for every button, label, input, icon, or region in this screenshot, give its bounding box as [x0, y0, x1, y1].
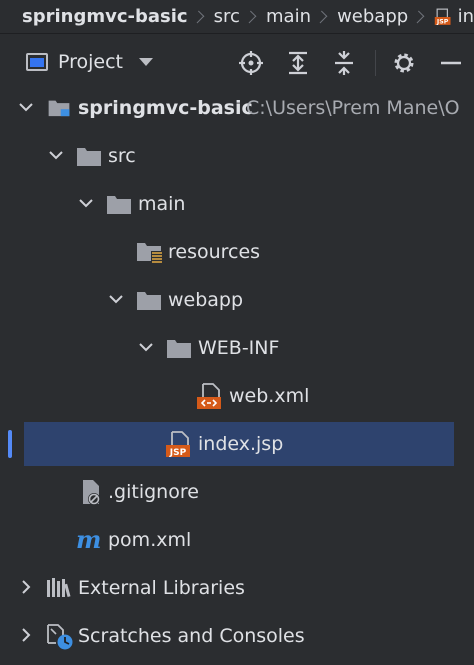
chevron-right-icon[interactable] — [17, 626, 35, 644]
project-view-title: Project — [58, 51, 124, 73]
minimize-icon[interactable] — [438, 50, 464, 76]
chevron-down-icon[interactable] — [137, 338, 155, 356]
chevron-down-icon[interactable] — [47, 146, 65, 164]
breadcrumb-separator-icon — [243, 10, 257, 23]
chevron-down-icon[interactable] — [107, 290, 125, 308]
project-tool-window: springmvc-basic src main webapp JSP in P… — [0, 0, 474, 665]
tree-item-label: WEB-INF — [198, 337, 280, 359]
project-window-icon — [26, 53, 48, 71]
tree-item-label: pom.xml — [108, 529, 192, 551]
library-icon — [47, 578, 71, 598]
tree-item-external-libraries[interactable]: External Libraries — [0, 566, 474, 610]
breadcrumb-item-project[interactable]: springmvc-basic — [22, 6, 188, 27]
breadcrumb-separator-icon — [314, 10, 328, 23]
breadcrumb-separator-icon — [191, 10, 204, 23]
breadcrumb: springmvc-basic src main webapp JSP in — [0, 0, 474, 34]
tree-item-webapp[interactable]: webapp — [0, 278, 474, 322]
expand-all-icon[interactable] — [285, 50, 311, 76]
tree-item-label: External Libraries — [78, 577, 245, 599]
tree-item-src[interactable]: src — [0, 134, 474, 178]
selection-indicator — [8, 430, 12, 458]
tree-item-label: resources — [168, 241, 261, 263]
tree-item-label: src — [108, 145, 136, 167]
folder-icon — [137, 292, 161, 310]
chevron-right-icon[interactable] — [17, 578, 35, 596]
module-folder-icon — [48, 100, 70, 117]
jsp-file-icon: JSP — [166, 431, 190, 458]
folder-icon — [77, 148, 101, 166]
tree-item-project-root[interactable]: springmvc-basic C:\Users\Prem Mane\O — [0, 86, 474, 130]
toolbar-separator — [375, 50, 376, 76]
svg-text:JSP: JSP — [436, 18, 449, 25]
collapse-all-icon[interactable] — [331, 50, 357, 76]
breadcrumb-item-index[interactable]: in — [458, 6, 474, 27]
tree-item-index-jsp[interactable]: JSP index.jsp — [0, 422, 474, 466]
tree-item-scratches[interactable]: Scratches and Consoles — [0, 614, 474, 658]
svg-text:JSP: JSP — [169, 448, 187, 458]
tree-item-gitignore[interactable]: .gitignore — [0, 470, 474, 514]
tree-item-label: webapp — [168, 289, 244, 311]
breadcrumb-separator-icon — [411, 10, 425, 23]
scratches-icon — [47, 624, 73, 650]
project-view-selector[interactable]: Project — [26, 51, 154, 73]
tree-item-label: web.xml — [229, 385, 310, 407]
tree-item-web-xml[interactable]: web.xml — [0, 374, 474, 418]
chevron-down-icon — [139, 58, 154, 66]
tree-item-main[interactable]: main — [0, 182, 474, 226]
locate-icon[interactable] — [238, 50, 264, 76]
tree-item-label: index.jsp — [198, 433, 284, 455]
jsp-file-icon: JSP — [435, 8, 451, 25]
xml-file-icon — [197, 383, 221, 409]
breadcrumb-item-main[interactable]: main — [266, 6, 311, 27]
tree-item-label: .gitignore — [108, 481, 199, 503]
folder-icon — [167, 340, 191, 358]
breadcrumb-item-webapp[interactable]: webapp — [337, 6, 408, 27]
svg-text:m: m — [76, 530, 101, 552]
tree-item-label: main — [138, 193, 186, 215]
maven-icon: m — [76, 530, 101, 552]
project-name-label: springmvc-basic — [78, 97, 253, 119]
tree-item-pom-xml[interactable]: m pom.xml — [0, 518, 474, 562]
ignore-file-icon — [83, 480, 100, 505]
tree-item-resources[interactable]: resources — [0, 230, 474, 274]
project-toolbar: Project — [0, 38, 474, 88]
breadcrumb-item-src[interactable]: src — [214, 6, 240, 27]
gear-icon[interactable] — [391, 50, 417, 76]
folder-icon — [107, 196, 131, 214]
resources-folder-icon — [137, 243, 162, 263]
tree-item-web-inf[interactable]: WEB-INF — [0, 326, 474, 370]
chevron-down-icon[interactable] — [17, 98, 35, 116]
project-path-label: C:\Users\Prem Mane\O — [246, 97, 460, 119]
chevron-down-icon[interactable] — [77, 194, 95, 212]
tree-item-label: Scratches and Consoles — [78, 625, 305, 647]
